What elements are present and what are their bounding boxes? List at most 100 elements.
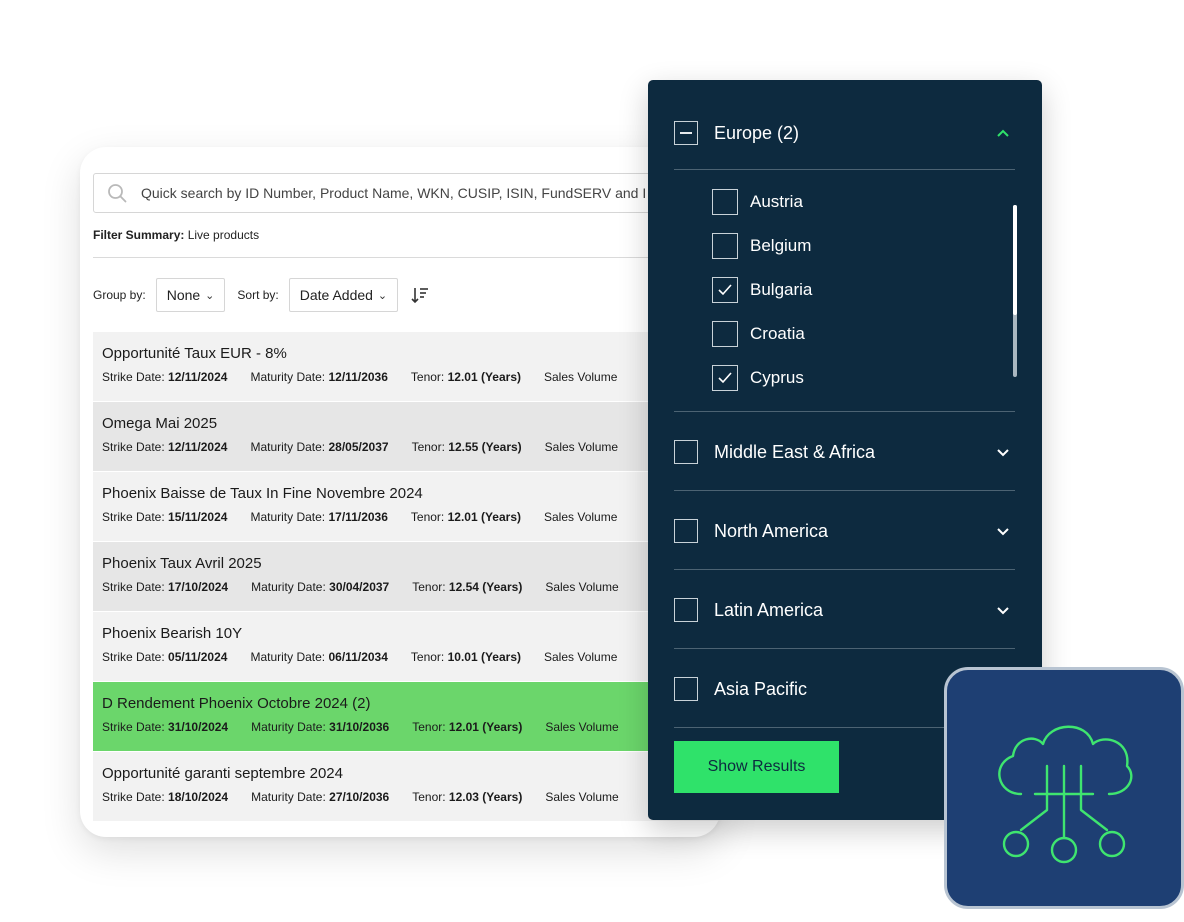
region-label: Europe (2): [714, 122, 800, 143]
product-list-card: Quick search by ID Number, Product Name,…: [80, 147, 720, 837]
tenor: Tenor: 12.54 (Years): [412, 580, 523, 594]
region-checkbox[interactable]: [674, 440, 698, 464]
maturity-date: Maturity Date: 12/11/2036: [250, 370, 388, 384]
table-row[interactable]: Opportunité Taux EUR - 8% Strike Date: 1…: [93, 332, 720, 402]
country-label: Bulgaria: [750, 280, 813, 299]
country-checkbox[interactable]: [712, 233, 738, 259]
chevron-down-icon: ⌄: [205, 289, 215, 302]
sales-volume: Sales Volume: [544, 650, 618, 664]
filter-summary: Filter Summary: Live products: [93, 228, 259, 242]
product-name: Opportunité Taux EUR - 8%: [102, 345, 287, 362]
divider: [674, 648, 1015, 649]
product-name: Omega Mai 2025: [102, 415, 218, 432]
region-checkbox[interactable]: [674, 598, 698, 622]
maturity-date: Maturity Date: 28/05/2037: [250, 440, 389, 454]
filter-summary-value: Live products: [187, 228, 260, 242]
country-label: Belgium: [750, 236, 812, 255]
region-checkbox-partial[interactable]: [674, 121, 698, 145]
sales-volume: Sales Volume: [545, 580, 619, 594]
country-checkbox[interactable]: [712, 189, 738, 215]
product-name: Phoenix Baisse de Taux In Fine Novembre …: [102, 485, 423, 502]
sort-direction-icon[interactable]: [410, 285, 430, 305]
sales-volume: Sales Volume: [544, 510, 618, 524]
product-meta: Strike Date: 31/10/2024 Maturity Date: 3…: [102, 720, 720, 734]
group-by-select[interactable]: None ⌄: [155, 278, 226, 312]
sort-by-select[interactable]: Date Added ⌄: [288, 278, 399, 312]
sort-by-label: Sort by:: [237, 288, 279, 302]
strike-date: Strike Date: 31/10/2024: [102, 720, 229, 734]
tenor: Tenor: 12.01 (Years): [410, 370, 521, 384]
country-checkbox-checked[interactable]: [712, 277, 738, 303]
tenor: Tenor: 12.01 (Years): [412, 720, 523, 734]
cloud-network-badge: [944, 667, 1184, 909]
search-icon: [108, 184, 127, 203]
maturity-date: Maturity Date: 17/11/2036: [250, 510, 388, 524]
country-label: Croatia: [750, 324, 805, 343]
group-by-label: Group by:: [93, 288, 146, 302]
table-row[interactable]: Phoenix Taux Avril 2025 Strike Date: 17/…: [93, 542, 720, 612]
divider: [674, 169, 1015, 170]
show-results-button[interactable]: Show Results: [674, 741, 839, 793]
product-meta: Strike Date: 18/10/2024 Maturity Date: 2…: [102, 790, 720, 804]
strike-date: Strike Date: 12/11/2024: [102, 440, 228, 454]
tenor: Tenor: 12.55 (Years): [411, 440, 522, 454]
maturity-date: Maturity Date: 06/11/2034: [250, 650, 388, 664]
region-latin-america[interactable]: Latin America: [674, 571, 1015, 649]
product-meta: Strike Date: 15/11/2024 Maturity Date: 1…: [102, 510, 720, 524]
region-europe[interactable]: Europe (2): [674, 94, 1015, 172]
product-meta: Strike Date: 12/11/2024 Maturity Date: 2…: [102, 440, 720, 454]
table-row[interactable]: Phoenix Bearish 10Y Strike Date: 05/11/2…: [93, 612, 720, 682]
country-belgium[interactable]: Belgium: [712, 231, 811, 261]
sales-volume: Sales Volume: [544, 440, 619, 454]
product-name: Phoenix Bearish 10Y: [102, 625, 243, 642]
maturity-date: Maturity Date: 31/10/2036: [251, 720, 390, 734]
table-row[interactable]: Phoenix Baisse de Taux In Fine Novembre …: [93, 472, 720, 542]
divider: [674, 411, 1015, 412]
divider: [674, 490, 1015, 491]
table-row[interactable]: Opportunité garanti septembre 2024 Strik…: [93, 752, 720, 822]
divider: [93, 257, 720, 258]
country-cyprus[interactable]: Cyprus: [712, 363, 804, 393]
country-bulgaria[interactable]: Bulgaria: [712, 275, 812, 305]
strike-date: Strike Date: 15/11/2024: [102, 510, 228, 524]
sales-volume: Sales Volume: [545, 720, 619, 734]
sales-volume: Sales Volume: [545, 790, 619, 804]
country-checkbox[interactable]: [712, 321, 738, 347]
country-checkbox-checked[interactable]: [712, 365, 738, 391]
country-austria[interactable]: Austria: [712, 187, 803, 217]
product-name: Opportunité garanti septembre 2024: [102, 765, 343, 782]
country-label: Austria: [750, 192, 803, 211]
tenor: Tenor: 12.01 (Years): [410, 510, 521, 524]
sales-volume: Sales Volume: [544, 370, 618, 384]
region-checkbox[interactable]: [674, 519, 698, 543]
minus-icon: [680, 132, 692, 134]
checkmark-icon: [718, 372, 732, 384]
tenor: Tenor: 10.01 (Years): [410, 650, 521, 664]
strike-date: Strike Date: 12/11/2024: [102, 370, 228, 384]
chevron-down-icon: ⌄: [377, 289, 388, 302]
region-north-america[interactable]: North America: [674, 492, 1015, 570]
table-row[interactable]: Omega Mai 2025 Strike Date: 12/11/2024 M…: [93, 402, 720, 472]
strike-date: Strike Date: 18/10/2024: [102, 790, 229, 804]
product-meta: Strike Date: 12/11/2024 Maturity Date: 1…: [102, 370, 720, 384]
chevron-down-icon[interactable]: [995, 602, 1011, 618]
chevron-down-icon[interactable]: [995, 444, 1011, 460]
country-croatia[interactable]: Croatia: [712, 319, 805, 349]
cloud-network-icon: [998, 725, 1133, 864]
chevron-down-icon[interactable]: [995, 523, 1011, 539]
region-label: Latin America: [714, 599, 824, 620]
search-input[interactable]: Quick search by ID Number, Product Name,…: [93, 173, 713, 213]
product-name: Phoenix Taux Avril 2025: [102, 555, 262, 572]
region-checkbox[interactable]: [674, 677, 698, 701]
scrollbar-thumb[interactable]: [1013, 205, 1017, 315]
product-meta: Strike Date: 05/11/2024 Maturity Date: 0…: [102, 650, 720, 664]
chevron-up-icon[interactable]: [995, 125, 1011, 141]
product-table: Opportunité Taux EUR - 8% Strike Date: 1…: [93, 332, 720, 822]
strike-date: Strike Date: 17/10/2024: [102, 580, 229, 594]
country-label: Cyprus: [750, 368, 804, 387]
strike-date: Strike Date: 05/11/2024: [102, 650, 228, 664]
sort-by-value: Date Added: [299, 287, 373, 303]
table-row-highlighted[interactable]: D Rendement Phoenix Octobre 2024 (2) Str…: [93, 682, 720, 752]
region-label: Middle East & Africa: [714, 441, 876, 462]
region-middle-east-africa[interactable]: Middle East & Africa: [674, 413, 1015, 491]
